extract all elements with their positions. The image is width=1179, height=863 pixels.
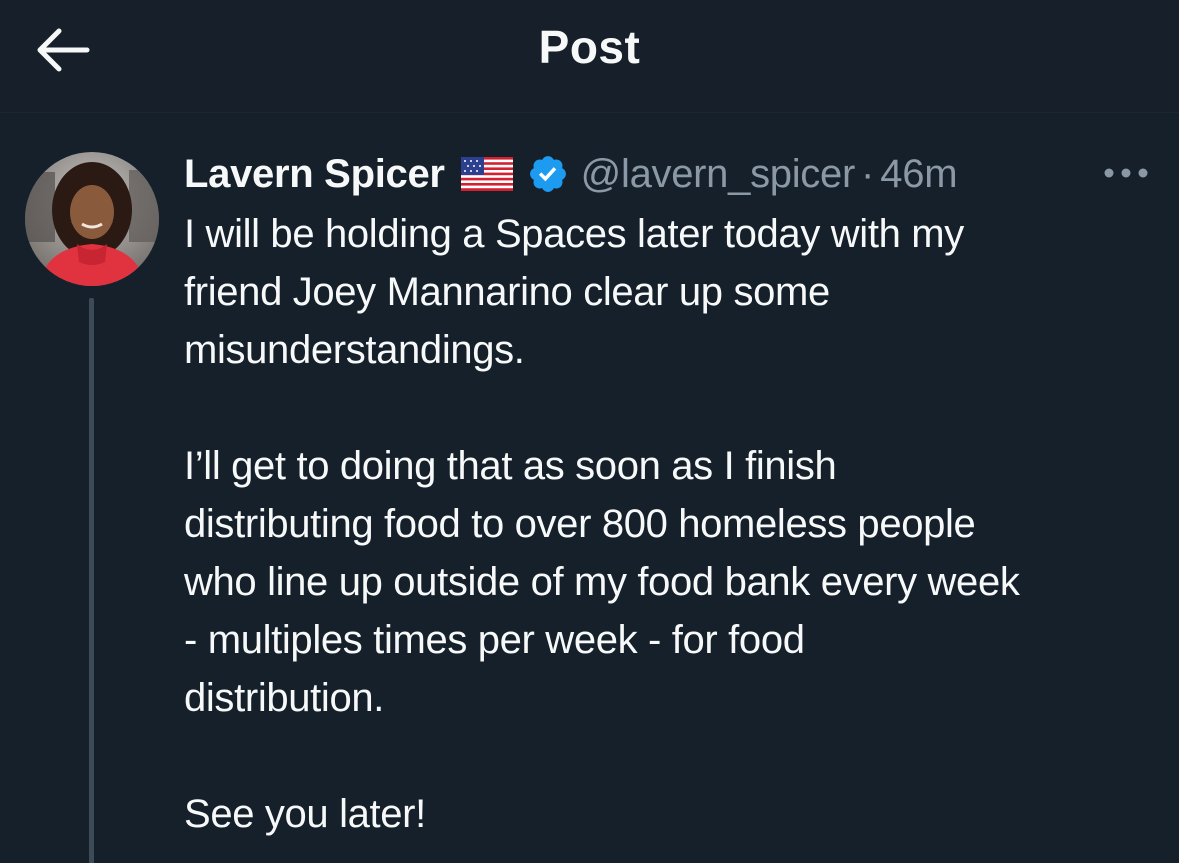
post-text-line: - multiples times per week - for food <box>184 618 805 662</box>
page-title: Post <box>538 21 641 73</box>
verified-badge-icon[interactable] <box>527 153 569 195</box>
post-text-line: misunderstandings. <box>184 328 525 372</box>
separator-dot: · <box>860 151 875 196</box>
thread-line <box>89 298 94 863</box>
author-handle[interactable]: @lavern_spicer <box>581 152 856 197</box>
avatar[interactable] <box>25 152 159 286</box>
post-text-line: distribution. <box>184 676 385 720</box>
post-text-line: I’ll get to doing that as soon as I fini… <box>184 444 837 488</box>
post-text-line: who line up outside of my food bank ever… <box>184 560 1020 604</box>
author-name[interactable]: Lavern Spicer <box>184 152 445 197</box>
post-text-line: friend Joey Mannarino clear up some <box>184 270 830 314</box>
post-text-line: distributing food to over 800 homeless p… <box>184 502 976 546</box>
post-timestamp[interactable]: 46m <box>880 152 957 197</box>
more-options-button[interactable] <box>1098 158 1154 188</box>
author-row: Lavern Spicer @lavern_spicer · 46m <box>184 146 958 202</box>
post-text-line: I will be holding a Spaces later today w… <box>184 212 964 256</box>
us-flag-icon <box>460 157 513 191</box>
more-options-icon <box>1104 168 1148 178</box>
post-text: I will be holding a Spaces later today w… <box>184 205 1174 843</box>
post-text-line: See you later! <box>184 792 426 836</box>
top-bar: Post <box>0 0 1179 113</box>
